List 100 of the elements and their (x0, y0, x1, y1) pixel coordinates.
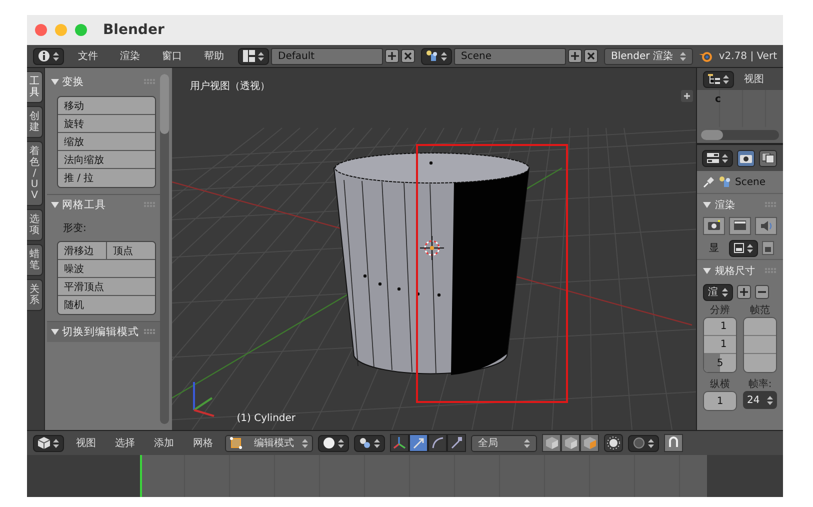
menu-item[interactable]: 视图 (69, 436, 103, 450)
tool-button[interactable]: 顶点 (106, 242, 155, 260)
column-label: 帧率: (747, 378, 773, 391)
preset-dropdown[interactable]: 渲 (703, 284, 733, 300)
3d-cursor-icon (419, 236, 444, 260)
proportional-edit-dropdown[interactable] (628, 434, 659, 452)
add-button[interactable] (737, 285, 751, 299)
menu-item[interactable]: 帮助 (196, 49, 232, 63)
tool-tab[interactable]: 工具 (27, 71, 43, 103)
updown-icon (258, 52, 264, 60)
snap-button[interactable] (664, 434, 683, 452)
version-text: v2.78 | Vert (718, 50, 777, 62)
editor-type-dropdown[interactable] (702, 150, 733, 166)
tool-tab[interactable]: 创建 (27, 106, 43, 138)
occlude-geometry-button[interactable] (604, 434, 623, 452)
panel-header[interactable]: 变换 (62, 75, 141, 89)
add-button[interactable] (385, 49, 399, 63)
editor-type-dropdown[interactable] (703, 70, 734, 88)
scene-dropdown[interactable] (421, 48, 452, 64)
close-window-button[interactable] (35, 24, 47, 36)
panel-header[interactable]: 规格尺寸 (715, 264, 761, 278)
audio-button[interactable] (755, 217, 777, 235)
mode-dropdown[interactable]: 编辑模式 (225, 434, 313, 452)
manipulator-button[interactable] (447, 434, 466, 452)
render-button[interactable] (703, 217, 725, 235)
render-engine-dropdown[interactable]: Blender 渲染 (604, 48, 693, 64)
frame-rate-dropdown[interactable]: 24 (743, 391, 777, 409)
layout-field[interactable]: Default (271, 48, 383, 64)
column-label: 帧范 (749, 304, 771, 317)
tool-button[interactable]: 平滑顶点 (58, 278, 155, 296)
column-label: 纵横 (709, 378, 731, 391)
scene-field[interactable]: Scene (454, 48, 566, 64)
lock-button[interactable] (762, 241, 774, 255)
orientation-dropdown[interactable]: 全局 (471, 434, 537, 452)
menu-item[interactable]: 文件 (70, 49, 106, 63)
number-field[interactable]: 1 (704, 318, 736, 336)
menu-item[interactable]: 渲染 (112, 49, 148, 63)
animation-button[interactable] (729, 217, 751, 235)
tool-button[interactable]: 推 / 拉 (58, 169, 155, 187)
scrollbar-thumb[interactable] (160, 74, 169, 134)
updown-icon (722, 288, 728, 296)
menu-item[interactable]: 视图 (744, 72, 764, 86)
tool-button[interactable]: 随机 (58, 296, 155, 314)
updown-icon (648, 438, 654, 448)
pivot-dropdown[interactable] (354, 434, 385, 452)
edge-select-icon (564, 437, 576, 449)
tool-tab[interactable]: 关系 (27, 279, 43, 311)
updown-icon (441, 52, 447, 60)
delete-button[interactable] (401, 49, 415, 63)
manipulator-button[interactable] (428, 434, 447, 452)
tool-button[interactable]: 噪波 (58, 260, 155, 278)
tool-button[interactable]: 旋转 (58, 115, 155, 133)
shading-dropdown[interactable] (318, 434, 349, 452)
tool-tab[interactable]: 着色 / UV (27, 141, 43, 206)
tool-tab[interactable]: 选项 (27, 209, 43, 241)
remove-button[interactable] (755, 285, 769, 299)
column-label: 分辨 (709, 304, 731, 317)
select-mode-button[interactable] (542, 434, 561, 452)
number-field[interactable] (744, 336, 776, 354)
blender-logo-icon (698, 50, 713, 62)
tool-button[interactable]: 法向缩放 (58, 151, 155, 169)
select-mode-button[interactable] (561, 434, 580, 452)
manipulator-button[interactable] (409, 434, 428, 452)
panel-header[interactable]: 渲染 (715, 198, 761, 212)
properties-icon (707, 153, 719, 163)
scale-icon (450, 436, 464, 450)
number-field[interactable] (744, 318, 776, 336)
delete-button[interactable] (584, 49, 598, 63)
drag-handle-icon (144, 329, 156, 335)
menu-item[interactable]: 窗口 (154, 49, 190, 63)
updown-icon (723, 74, 729, 84)
add-button[interactable] (568, 49, 582, 63)
tool-button[interactable]: 滑移边 (58, 242, 107, 260)
editor-type-dropdown[interactable] (33, 434, 64, 452)
properties-tab[interactable] (737, 150, 755, 166)
number-field[interactable]: 5 (704, 354, 736, 372)
number-field[interactable] (744, 354, 776, 372)
scene-icon (719, 176, 731, 188)
plus-icon[interactable] (680, 90, 693, 102)
menu-item[interactable]: 添加 (147, 436, 181, 450)
scrollbar-thumb[interactable] (701, 130, 723, 140)
layout-dropdown[interactable] (238, 48, 269, 64)
display-dropdown[interactable] (729, 240, 758, 256)
tool-button[interactable]: 移动 (58, 97, 155, 115)
tool-tab[interactable]: 蜡笔 (27, 244, 43, 276)
collapse-triangle-icon (703, 266, 711, 274)
menu-item[interactable]: 选择 (108, 436, 142, 450)
properties-tab[interactable] (759, 150, 777, 166)
vertex-select-icon (546, 437, 558, 449)
number-field[interactable]: 1 (704, 336, 736, 354)
menu-item[interactable]: 网格 (186, 436, 220, 450)
pivot-icon (359, 437, 371, 449)
info-icon (38, 50, 50, 62)
edit-mode-icon (230, 437, 242, 449)
manipulator-toggle-icon[interactable] (390, 434, 409, 452)
tool-button[interactable]: 缩放 (58, 133, 155, 151)
panel-header[interactable]: 网格工具 (62, 198, 141, 212)
select-mode-button[interactable] (580, 434, 599, 452)
number-field[interactable]: 1 (704, 392, 736, 410)
editor-type-dropdown[interactable] (33, 48, 64, 64)
